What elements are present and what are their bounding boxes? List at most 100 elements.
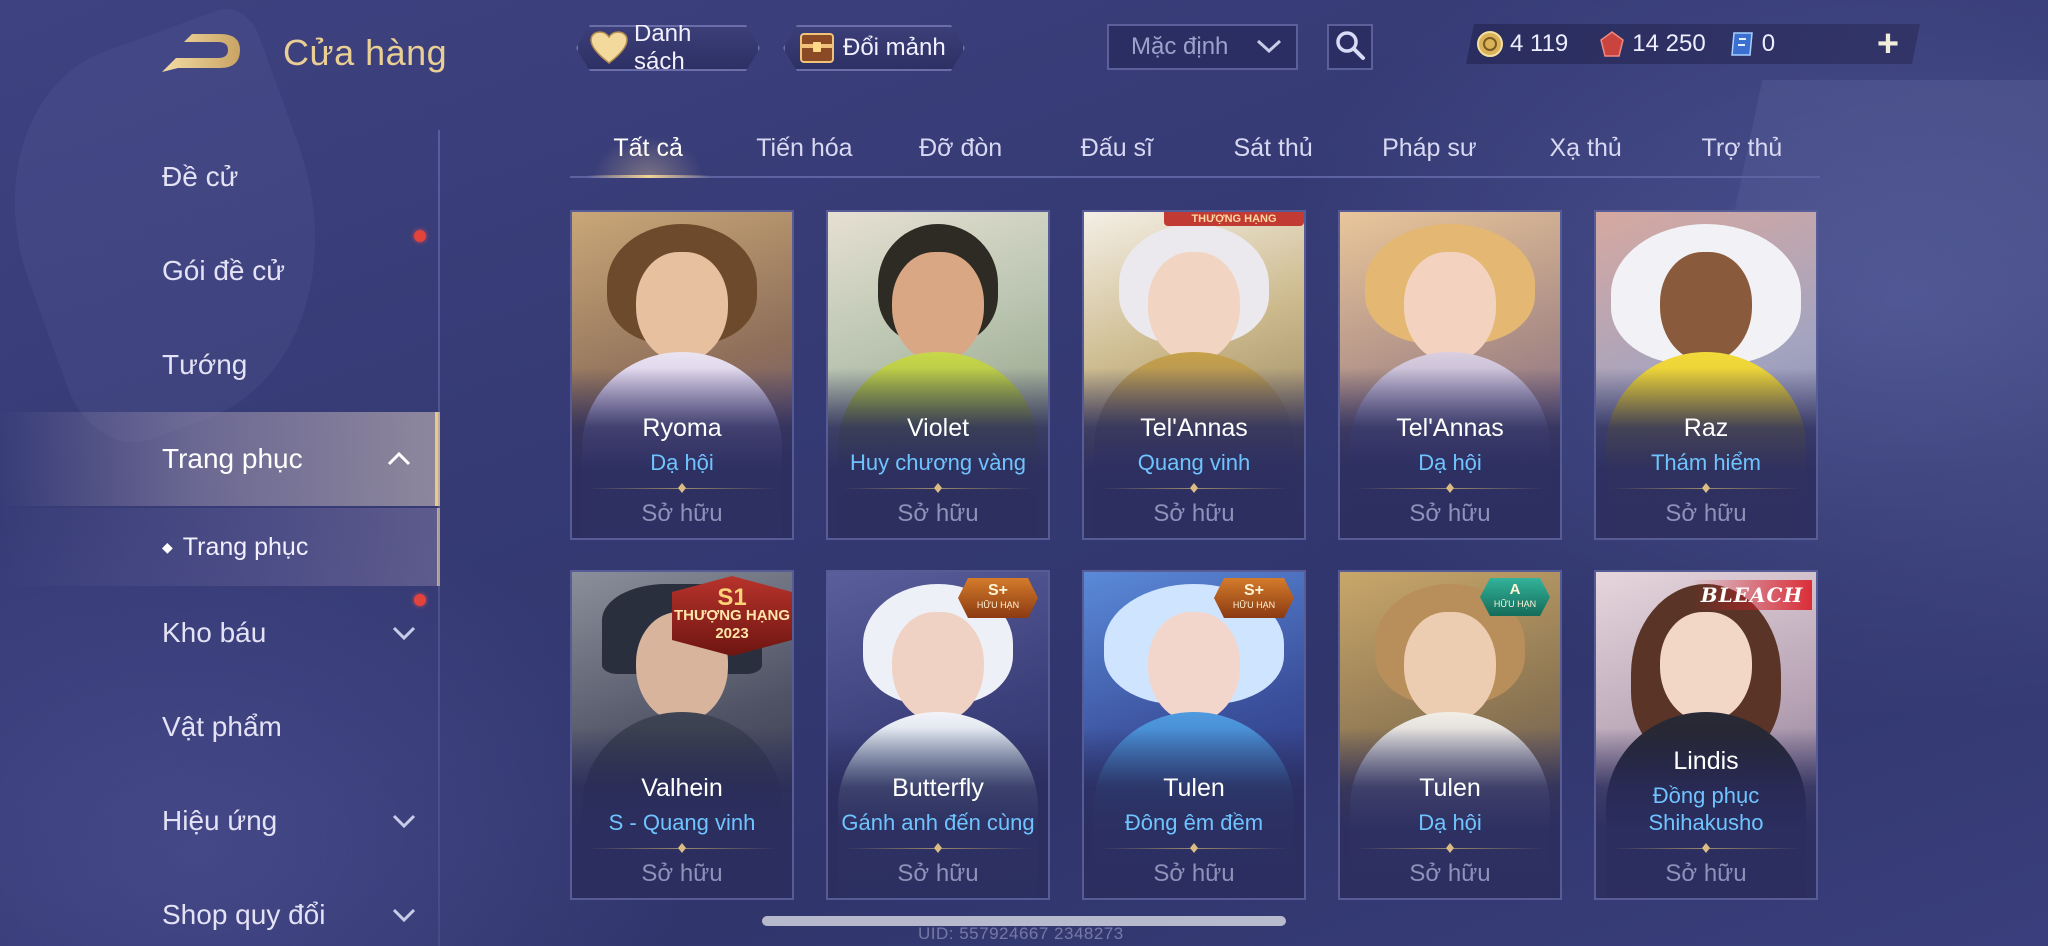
owned-status: Sở hữu xyxy=(1665,500,1747,527)
hero-name: Tel'Annas xyxy=(1140,414,1248,442)
voucher-amount: 0 xyxy=(1761,30,1776,57)
owned-status: Sở hữu xyxy=(1409,860,1491,887)
page-title: Cửa hàng xyxy=(283,32,448,73)
diamond-bullet-icon: ◆ xyxy=(162,538,173,555)
sidebar-item-heroes[interactable]: Tướng xyxy=(0,318,440,412)
gold-currency: 4 119 xyxy=(1476,30,1568,58)
back-button[interactable] xyxy=(158,30,248,76)
card-divider xyxy=(587,842,777,854)
sidebar-item-items[interactable]: Vật phẩm xyxy=(0,680,440,774)
hero-name: Butterfly xyxy=(892,774,984,802)
sidebar-item-label: Hiệu ứng xyxy=(162,805,278,836)
owned-status: Sở hữu xyxy=(1153,500,1235,527)
skin-name: Quang vinh xyxy=(1137,450,1251,475)
badge-limited: HỮU HẠN xyxy=(1232,600,1276,610)
sidebar-item-label: Tướng xyxy=(162,349,248,380)
sidebar-item-recommended[interactable]: Đề cử xyxy=(0,130,440,224)
badge-text: THƯỢNG HẠNG xyxy=(1191,213,1277,225)
category-tabs: Tất cả Tiến hóa Đỡ đòn Đấu sĩ Sát thủ Ph… xyxy=(570,120,1820,178)
tab-marksman[interactable]: Xạ thủ xyxy=(1508,120,1664,176)
badge-limited: HỮU HẠN xyxy=(1493,599,1537,609)
red-gem-icon xyxy=(1598,30,1626,58)
hero-name: Tulen xyxy=(1419,774,1481,802)
skin-name: Đông êm đềm xyxy=(1124,810,1264,835)
sidebar-item-skins[interactable]: Trang phục xyxy=(0,412,440,506)
brand-text: BLEACH xyxy=(1700,583,1804,607)
red-gem-currency: 14 250 xyxy=(1598,30,1705,58)
gold-amount: 4 119 xyxy=(1510,30,1569,57)
card-divider xyxy=(1099,482,1289,494)
owned-status: Sở hữu xyxy=(1409,500,1491,527)
skin-card[interactable]: BLEACH Lindis Đồng phục Shihakusho Sở hữ… xyxy=(1594,570,1818,900)
skin-card[interactable]: Violet Huy chương vàng Sở hữu xyxy=(826,210,1050,540)
card-divider xyxy=(1611,842,1801,854)
list-button[interactable]: Danh sách xyxy=(576,25,760,71)
back-arrow-icon xyxy=(162,34,240,72)
sidebar-item-treasure[interactable]: Kho báu xyxy=(0,586,440,680)
tab-fighter[interactable]: Đấu sĩ xyxy=(1039,120,1195,176)
gold-coin-icon xyxy=(1476,30,1504,58)
sidebar-subitem-skins[interactable]: ◆ Trang phục xyxy=(0,508,440,586)
skin-card[interactable]: S+ HỮU HẠN Butterfly Gánh anh đến cùng S… xyxy=(826,570,1050,900)
badge-tier: S+ xyxy=(987,582,1008,599)
card-divider xyxy=(1099,842,1289,854)
tab-assassin[interactable]: Sát thủ xyxy=(1195,120,1351,176)
sidebar-item-label: Kho báu xyxy=(162,617,267,648)
badge-limited: HỮU HẠN xyxy=(976,600,1020,610)
currency-bar: 4 119 14 250 0 xyxy=(1466,24,1920,64)
owned-status: Sở hữu xyxy=(897,860,979,887)
search-button[interactable] xyxy=(1327,24,1373,70)
skin-grid: Ryoma Dạ hội Sở hữu Violet Huy chương và… xyxy=(570,210,1820,946)
skin-name: Thám hiểm xyxy=(1650,450,1762,475)
card-divider xyxy=(1611,482,1801,494)
tab-support[interactable]: Trợ thủ xyxy=(1664,120,1820,176)
card-divider xyxy=(1355,842,1545,854)
sort-dropdown-value: Mặc định xyxy=(1131,33,1229,60)
tab-all[interactable]: Tất cả xyxy=(570,120,726,178)
skin-card[interactable]: THƯỢNG HẠNG Tel'Annas Quang vinh Sở hữu xyxy=(1082,210,1306,540)
sidebar-item-label: Đề cử xyxy=(162,161,239,192)
badge-tier: S+ xyxy=(1243,582,1264,599)
hero-name: Tel'Annas xyxy=(1396,414,1504,442)
sidebar-item-label: Vật phẩm xyxy=(162,711,282,742)
card-divider xyxy=(843,842,1033,854)
skin-card[interactable]: A HỮU HẠN Tulen Dạ hội Sở hữu xyxy=(1338,570,1562,900)
tier-badge: S+ HỮU HẠN xyxy=(958,578,1038,618)
exchange-shards-button[interactable]: Đổi mảnh xyxy=(783,25,965,71)
badge-text: THƯỢNG HẠNG xyxy=(673,607,791,624)
skin-card[interactable]: Raz Thám hiểm Sở hữu xyxy=(1594,210,1818,540)
chevron-up-icon xyxy=(385,445,413,473)
tab-evolution[interactable]: Tiến hóa xyxy=(726,120,882,176)
skin-card[interactable]: Ryoma Dạ hội Sở hữu xyxy=(570,210,794,540)
owned-status: Sở hữu xyxy=(897,500,979,527)
sidebar-subitem-label: Trang phục xyxy=(182,532,309,561)
skin-name: Dạ hội xyxy=(1418,810,1482,835)
chevron-down-icon xyxy=(390,619,418,647)
chevron-down-icon xyxy=(390,901,418,929)
skin-name: Gánh anh đến cùng xyxy=(841,810,1035,835)
tab-mage[interactable]: Pháp sư xyxy=(1351,120,1507,176)
sort-dropdown[interactable]: Mặc định xyxy=(1107,24,1298,70)
sidebar-item-exchange-shop[interactable]: Shop quy đổi xyxy=(0,868,440,946)
add-currency-button[interactable]: + xyxy=(1868,23,1908,65)
owned-status: Sở hữu xyxy=(1153,860,1235,887)
sidebar-item-effects[interactable]: Hiệu ứng xyxy=(0,774,440,868)
skin-card[interactable]: Tel'Annas Dạ hội Sở hữu xyxy=(1338,210,1562,540)
voucher-currency: 0 xyxy=(1728,30,1775,58)
sidebar-item-recommended-packs[interactable]: Gói đề cử xyxy=(0,224,440,318)
hero-name: Ryoma xyxy=(642,414,722,442)
owned-status: Sở hữu xyxy=(641,500,723,527)
exchange-button-label: Đổi mảnh xyxy=(843,34,946,61)
skin-card[interactable]: S1 THƯỢNG HẠNG 2023 Valhein S - Quang vi… xyxy=(570,570,794,900)
hero-name: Valhein xyxy=(641,774,723,802)
tier-badge: A HỮU HẠN xyxy=(1480,578,1550,616)
notification-dot xyxy=(414,230,426,242)
badge-tier: A xyxy=(1509,581,1521,598)
tab-tank[interactable]: Đỡ đòn xyxy=(883,120,1039,176)
hero-name: Tulen xyxy=(1163,774,1225,802)
user-id-label: UID: 557924667 2348273 xyxy=(918,924,1124,943)
badge-season: S1 xyxy=(717,584,747,611)
sidebar-item-label: Gói đề cử xyxy=(162,255,286,286)
skin-card[interactable]: S+ HỮU HẠN Tulen Đông êm đềm Sở hữu xyxy=(1082,570,1306,900)
card-divider xyxy=(587,482,777,494)
